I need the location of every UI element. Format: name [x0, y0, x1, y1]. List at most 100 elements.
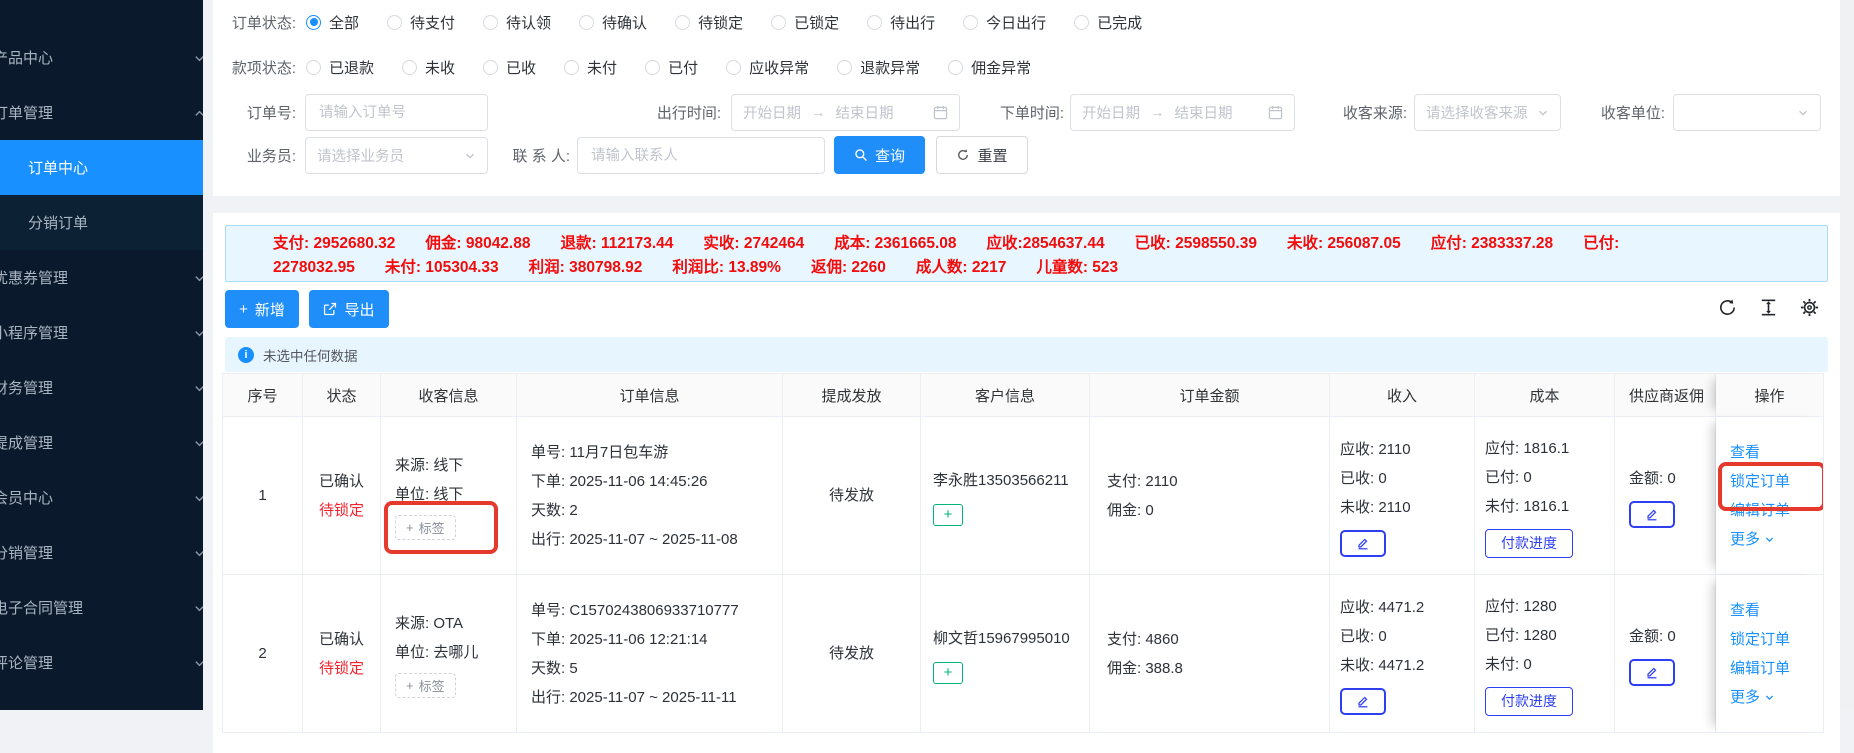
chevron-down-icon: [1764, 534, 1775, 545]
sidebar-item-product-center[interactable]: 产品中心: [0, 30, 203, 85]
view-link[interactable]: 查看: [1730, 438, 1760, 467]
more-link[interactable]: 更多: [1730, 683, 1775, 712]
alert-text: 未选中任何数据: [263, 348, 358, 364]
cell-cost: 应付: 1816.1 已付: 0 未付: 1816.1 付款进度: [1475, 417, 1615, 574]
order-no-input[interactable]: [317, 103, 476, 122]
radio-icon: [948, 59, 964, 75]
sidebar-item-member-center[interactable]: 会员中心: [0, 470, 203, 525]
order-no-field[interactable]: [305, 94, 488, 131]
add-tag-button[interactable]: + 标签: [395, 515, 456, 540]
contact-field[interactable]: [577, 137, 825, 174]
cell-customer: 李永胜13503566211 +: [921, 417, 1090, 574]
radio-checked-icon: [306, 14, 321, 30]
edit-income-button[interactable]: [1340, 529, 1386, 557]
cell-supplier-rebate: 金额: 0: [1615, 417, 1716, 574]
cell-index: 2: [223, 575, 303, 732]
chevron-down-icon: [1764, 692, 1775, 703]
radio-option-unreceived[interactable]: 未收: [402, 57, 455, 78]
cell-customer: 柳文哲15967995010 +: [921, 575, 1090, 732]
radio-option-unpaid[interactable]: 未付: [564, 57, 617, 78]
table-row: 2 已确认 待锁定 来源: OTA 单位: 去哪儿 + 标签 单号: C15702…: [223, 575, 1823, 733]
edit-income-button[interactable]: [1340, 687, 1386, 715]
summary-line-2: 2278032.95 未付: 105304.33 利润: 380798.92 利…: [273, 256, 1807, 280]
sidebar-item-miniprogram-management[interactable]: 小程序管理: [0, 305, 203, 360]
radio-option-received[interactable]: 已收: [483, 57, 536, 78]
order-status-filter-row: 订单状态: 全部 待支付 待认领 待确认 待锁定 已锁定 待出行 今日出行 已完…: [213, 4, 1840, 40]
payment-progress-button[interactable]: 付款进度: [1485, 528, 1573, 558]
edit-rebate-button[interactable]: [1629, 658, 1675, 686]
edit-order-link[interactable]: 编辑订单: [1730, 654, 1790, 683]
settings-gear-icon[interactable]: [1799, 297, 1820, 318]
sidebar-item-econtract-management[interactable]: 电子合同管理: [0, 580, 203, 635]
sidebar-item-distribution-orders[interactable]: 分销订单: [0, 195, 203, 250]
cell-income: 应收: 2110 已收: 0 未收: 2110: [1330, 417, 1475, 574]
salesman-label: 业务员:: [246, 148, 296, 165]
radio-icon: [771, 14, 787, 30]
radio-option-receivable-abnormal[interactable]: 应收异常: [726, 57, 809, 78]
radio-option-refunded[interactable]: 已退款: [306, 57, 374, 78]
status-pending-lock: 待锁定: [318, 659, 364, 677]
radio-option-pending-confirm[interactable]: 待确认: [579, 12, 647, 33]
cell-status: 已确认 待锁定: [303, 575, 381, 732]
row-density-icon[interactable]: [1758, 297, 1779, 318]
chevron-down-icon: [193, 602, 203, 615]
more-link[interactable]: 更多: [1730, 525, 1775, 554]
lock-order-link[interactable]: 锁定订单: [1730, 625, 1790, 654]
radio-icon: [726, 59, 742, 75]
chevron-down-icon: [193, 492, 203, 505]
chevron-down-icon: [193, 382, 203, 395]
edit-rebate-button[interactable]: [1629, 500, 1675, 528]
table-tools: [1717, 297, 1820, 318]
add-tag-button[interactable]: + 标签: [395, 673, 456, 698]
plus-icon: +: [406, 520, 414, 535]
sidebar-item-commission-management[interactable]: 提成管理: [0, 415, 203, 470]
add-order-button[interactable]: + 新增: [225, 290, 299, 328]
radio-icon: [387, 14, 403, 30]
sidebar-item-order-management[interactable]: 订单管理: [0, 85, 203, 140]
edit-order-link[interactable]: 编辑订单: [1730, 496, 1790, 525]
header-actions: 操作: [1716, 374, 1823, 416]
radio-option-pending-payment[interactable]: 待支付: [387, 12, 455, 33]
contact-input[interactable]: [589, 146, 813, 165]
radio-option-today-travel[interactable]: 今日出行: [963, 12, 1046, 33]
stat-item: 返佣: 2260: [810, 259, 886, 276]
customer-unit-select[interactable]: [1673, 94, 1821, 131]
lock-order-link[interactable]: 锁定订单: [1730, 467, 1790, 496]
sidebar-item-order-center[interactable]: 订单中心: [0, 140, 203, 195]
sidebar-item-finance-management[interactable]: 财务管理: [0, 360, 203, 415]
search-button[interactable]: 查询: [834, 136, 925, 174]
stat-item: 成本: 2361665.08: [834, 235, 957, 252]
cell-order-amount: 支付: 2110 佣金: 0: [1090, 417, 1330, 574]
radio-option-all[interactable]: 全部: [306, 12, 359, 33]
reset-button[interactable]: 重置: [936, 136, 1028, 174]
radio-option-pending-lock[interactable]: 待锁定: [675, 12, 743, 33]
export-icon: [323, 302, 337, 316]
radio-option-pending-claim[interactable]: 待认领: [483, 12, 551, 33]
radio-option-pending-travel[interactable]: 待出行: [867, 12, 935, 33]
sidebar-item-distribution-management[interactable]: 分销管理: [0, 525, 203, 580]
radio-option-commission-abnormal[interactable]: 佣金异常: [948, 57, 1031, 78]
add-customer-button[interactable]: +: [933, 661, 963, 684]
scrollbar-gutter[interactable]: [1840, 0, 1854, 710]
radio-option-refund-abnormal[interactable]: 退款异常: [837, 57, 920, 78]
view-link[interactable]: 查看: [1730, 596, 1760, 625]
radio-icon: [1074, 14, 1090, 30]
cell-order-amount: 支付: 4860 佣金: 388.8: [1090, 575, 1330, 732]
payment-status-filter-row: 款项状态: 已退款 未收 已收 未付 已付 应收异常 退款异常 佣金异常: [213, 49, 1840, 85]
chevron-down-icon: [193, 547, 203, 560]
radio-option-paid[interactable]: 已付: [645, 57, 698, 78]
export-button[interactable]: 导出: [309, 290, 389, 328]
cell-actions: 查看 锁定订单 编辑订单 更多: [1716, 417, 1823, 574]
refresh-icon[interactable]: [1717, 297, 1738, 318]
sidebar-item-coupon-management[interactable]: 优惠券管理: [0, 250, 203, 305]
sidebar-item-review-management[interactable]: 评论管理: [0, 635, 203, 690]
sidebar: 产品中心 订单管理 订单中心 分销订单 优惠券管理 小程序管理 财务管理 提成管…: [0, 0, 203, 710]
order-time-label: 下单时间:: [999, 105, 1064, 122]
stat-item: 2278032.95: [273, 259, 355, 276]
payment-progress-button[interactable]: 付款进度: [1485, 686, 1573, 716]
header-supplier-rebate: 供应商返佣: [1615, 374, 1716, 416]
radio-option-completed[interactable]: 已完成: [1074, 12, 1142, 33]
radio-option-locked[interactable]: 已锁定: [771, 12, 839, 33]
add-customer-button[interactable]: +: [933, 503, 963, 526]
header-cost: 成本: [1475, 374, 1615, 416]
